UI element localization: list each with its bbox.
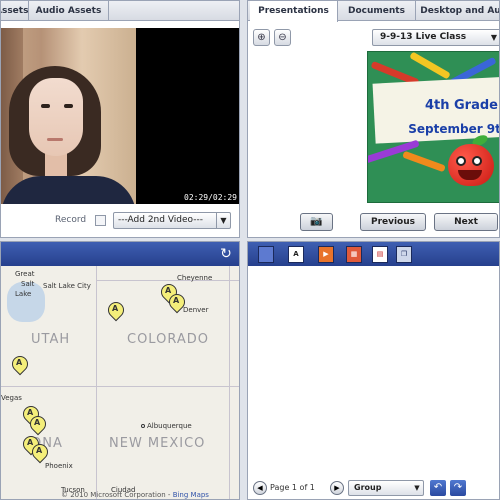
copyright-text: © 2010 Microsoft Corporation <box>61 491 166 499</box>
page-info: Page 1 of 1 <box>270 483 315 492</box>
city-label: Vegas <box>1 394 22 402</box>
state-label-new-mexico: NEW MEXICO <box>109 436 206 451</box>
snapshot-button[interactable]: 📷 <box>300 213 333 231</box>
class-select[interactable]: 9-9-13 Live Class ▼ <box>372 29 499 46</box>
add-2nd-video-select[interactable]: ---Add 2nd Video--- ▼ <box>113 212 231 229</box>
map-pin[interactable]: A <box>26 412 50 438</box>
tab-presentations[interactable]: Presentations <box>250 1 338 22</box>
group-select[interactable]: Group ▼ <box>348 480 424 496</box>
class-select-value: 9-9-13 Live Class <box>380 32 467 42</box>
text-document-icon[interactable]: A <box>288 246 304 263</box>
state-label-utah: UTAH <box>31 332 71 347</box>
next-button[interactable]: Next <box>434 213 498 231</box>
files-footer: ◀ Page 1 of 1 ▶ Group ▼ ↶ ↷ <box>248 478 499 498</box>
video-feed: 02:29/02:29 <box>1 28 239 204</box>
presentation-slide: 4th Grade September 9th, <box>367 51 500 203</box>
zoom-in-icon: ⊕ <box>257 32 266 43</box>
files-panel: A ▶ ▦ ▤ ❐ ◀ Page 1 of 1 ▶ Group ▼ ↶ ↷ <box>247 241 500 500</box>
map-pin[interactable]: A <box>28 440 52 466</box>
bing-maps-link[interactable]: Bing Maps <box>173 491 209 499</box>
presentation-panel: Presentations Documents Desktop and Au ⊕… <box>247 0 500 238</box>
record-label: Record <box>55 215 87 225</box>
map-header: ↻ <box>1 242 239 266</box>
state-label-colorado: COLORADO <box>127 332 209 347</box>
undo-icon: ↶ <box>433 482 443 493</box>
chevron-down-icon[interactable]: ▼ <box>411 481 423 495</box>
record-checkbox[interactable] <box>95 215 106 226</box>
tab-desktop-and-audio[interactable]: Desktop and Au <box>416 1 499 21</box>
city-label: Cheyenne <box>177 274 213 282</box>
undo-button[interactable]: ↶ <box>430 480 446 496</box>
copy-files-icon[interactable]: ❐ <box>396 246 412 263</box>
next-page-button[interactable]: ▶ <box>330 481 344 495</box>
map[interactable]: Great Salt Lake Salt Lake City Cheyenne … <box>1 266 239 499</box>
add-2nd-video-label: ---Add 2nd Video--- <box>118 215 203 225</box>
refresh-icon[interactable]: ↻ <box>217 245 235 263</box>
city-label: Great <box>15 270 35 278</box>
city-label: Lake <box>15 290 32 298</box>
zoom-out-button[interactable]: ⊖ <box>274 29 291 46</box>
slide-date: September 9th, <box>408 122 500 136</box>
chevron-down-icon[interactable]: ▼ <box>216 213 230 228</box>
tab-audio-assets[interactable]: Audio Assets <box>29 1 109 21</box>
redo-icon: ↷ <box>453 482 463 493</box>
tab-assets[interactable]: Assets <box>1 1 29 21</box>
pdf-file-icon[interactable]: ▤ <box>372 246 388 263</box>
video-tabbar: Assets Audio Assets <box>1 1 239 21</box>
blank-document-icon[interactable] <box>258 246 274 263</box>
previous-button[interactable]: Previous <box>360 213 426 231</box>
webcam-image <box>1 28 136 204</box>
video-panel: Assets Audio Assets 02:29/02:29 Record -… <box>0 0 240 238</box>
map-panel: ↻ Great Salt Lake Salt Lake City Cheyenn… <box>0 241 240 500</box>
group-select-value: Group <box>354 483 382 492</box>
city-label: Albuquerque <box>147 422 192 430</box>
map-copyright: © 2010 Microsoft Corporation - Bing Maps <box>61 491 209 499</box>
map-pin[interactable]: A <box>165 290 189 316</box>
map-pin[interactable]: A <box>8 352 32 378</box>
zoom-in-button[interactable]: ⊕ <box>253 29 270 46</box>
video-controls: Record ---Add 2nd Video--- ▼ <box>1 211 239 233</box>
tab-documents[interactable]: Documents <box>338 1 416 21</box>
files-toolbar: A ▶ ▦ ▤ ❐ <box>248 242 499 266</box>
zoom-out-icon: ⊖ <box>278 32 287 43</box>
slide-title: 4th Grade <box>424 98 498 113</box>
chevron-down-icon[interactable]: ▼ <box>488 30 499 45</box>
city-label: Salt Lake City <box>43 282 91 290</box>
video-file-icon[interactable]: ▶ <box>318 246 334 263</box>
camera-icon: 📷 <box>310 216 323 227</box>
map-pin[interactable]: A <box>104 298 128 324</box>
redo-button[interactable]: ↷ <box>450 480 466 496</box>
previous-page-button[interactable]: ◀ <box>253 481 267 495</box>
city-label: Salt <box>21 280 35 288</box>
presentation-tabbar: Presentations Documents Desktop and Au <box>248 1 499 22</box>
video-timestamp: 02:29/02:29 <box>184 193 237 202</box>
image-file-icon[interactable]: ▦ <box>346 246 362 263</box>
